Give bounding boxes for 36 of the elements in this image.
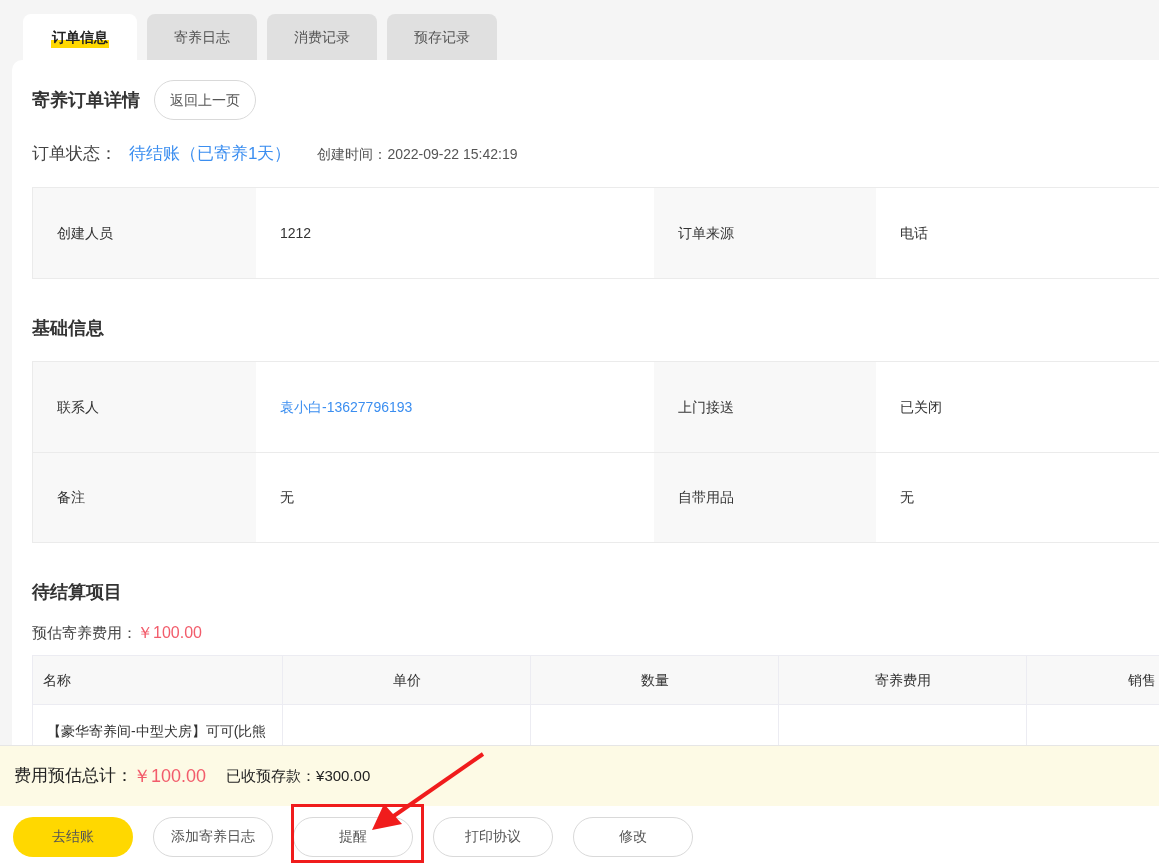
field-label: 创建人员 <box>57 223 113 243</box>
section-title: 基础信息 <box>32 318 104 338</box>
tab[interactable]: 寄养日志 <box>147 14 257 60</box>
action-button[interactable]: 打印协议 <box>433 816 553 857</box>
action-button[interactable]: 修改 <box>573 816 693 857</box>
field-label: 备注 <box>57 488 85 507</box>
column-header: 寄养费用 <box>874 670 931 690</box>
field-value: 1212 <box>280 223 312 243</box>
column-header: 数量 <box>640 670 669 690</box>
field-label: 联系人 <box>57 397 99 417</box>
action-button[interactable]: 提醒 <box>293 816 413 857</box>
deposit-text: 已收预存款：¥300.00 <box>226 765 371 786</box>
estimate-value: ￥100.00 <box>137 623 202 643</box>
column-header: 名称 <box>43 670 71 690</box>
column-header: 单价 <box>392 670 421 690</box>
total-label: 费用预估总计： <box>14 765 133 788</box>
tab[interactable]: 消费记录 <box>267 14 377 60</box>
status-value: 待结账（已寄养1天） <box>129 143 292 166</box>
field-value: 电话 <box>900 223 928 243</box>
page-title: 寄养订单详情 <box>32 88 140 112</box>
tab[interactable]: 预存记录 <box>387 14 497 60</box>
total-value: ￥100.00 <box>133 764 207 788</box>
created-time: 创建时间：2022-09-22 15:42:19 <box>317 144 518 164</box>
field-value: 已关闭 <box>900 397 942 417</box>
estimate-label: 预估寄养费用： <box>32 622 137 643</box>
action-button[interactable]: 添加寄养日志 <box>153 816 273 857</box>
status-label: 订单状态： <box>32 143 117 166</box>
field-label: 上门接送 <box>678 397 734 417</box>
field-value: 无 <box>900 488 914 507</box>
section-title: 待结算项目 <box>32 582 122 602</box>
table-cell-text: 【豪华寄养间-中型犬房】可可(比熊 <box>47 722 267 741</box>
column-header: 销售 <box>1127 670 1156 690</box>
field-value: 无 <box>280 488 294 507</box>
field-label: 自带用品 <box>678 488 734 507</box>
field-label: 订单来源 <box>678 223 734 243</box>
action-button[interactable]: 去结账 <box>13 816 133 857</box>
